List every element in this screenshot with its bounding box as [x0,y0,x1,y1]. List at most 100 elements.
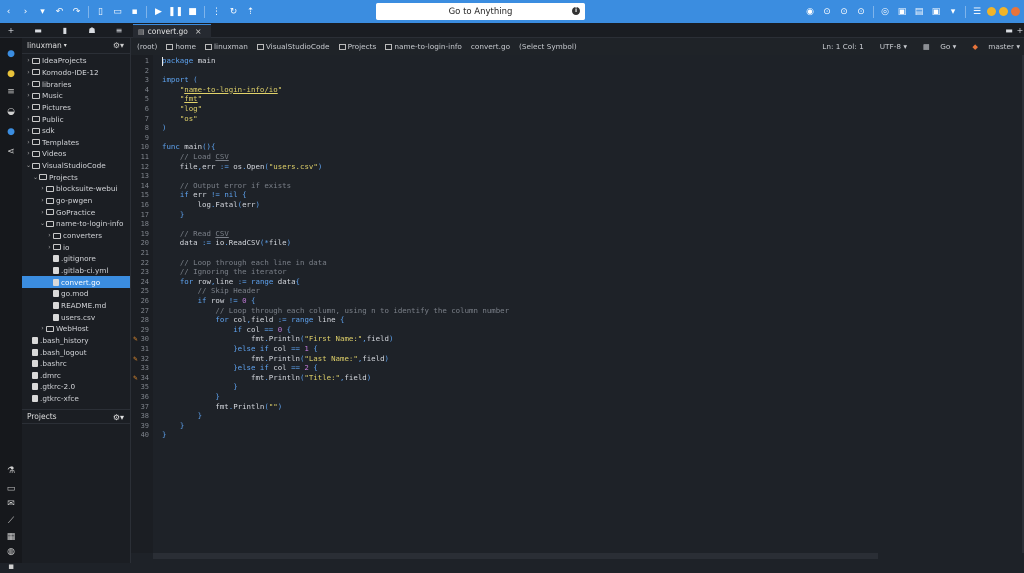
tree-file-item[interactable]: .gitignore [22,253,130,265]
tree-folder-item[interactable]: ›blocksuite-webui [22,183,130,195]
terminal-icon[interactable]: ▭ [4,483,18,495]
globe-icon[interactable]: ◒ [4,106,18,118]
users-tab-icon[interactable]: ☗ [86,25,98,36]
pause-icon[interactable]: ❚❚ [169,5,182,18]
tree-folder-item[interactable]: ›Public [22,113,130,125]
tree-folder-item[interactable]: ›Videos [22,148,130,160]
chevron-right-icon[interactable]: › [25,139,32,146]
left-pane-icon[interactable]: ▣ [896,5,909,18]
open-folder-icon[interactable]: ▭ [111,5,124,18]
gear-icon[interactable]: ⚙▾ [113,413,124,422]
tree-folder-item[interactable]: ›GoPractice [22,206,130,218]
notifications-icon[interactable]: ✉ [4,498,18,510]
step-over-icon[interactable]: ⋮ [210,5,223,18]
chevron-right-icon[interactable]: › [25,116,32,123]
tab-convert-go[interactable]: ▤ convert.go × [133,24,211,38]
lines-icon[interactable]: ≡ [4,86,18,98]
chevron-right-icon[interactable]: › [39,209,46,216]
chevron-right-icon[interactable]: › [39,197,46,204]
hamburger-menu-icon[interactable]: ☰ [971,5,984,18]
chevron-right-icon[interactable]: › [39,325,46,332]
lint-warning-icon[interactable]: ✎ [133,356,139,362]
layout-dropdown-icon[interactable]: ▾ [947,5,960,18]
maximize-icon[interactable] [999,7,1008,16]
breadcrumb-item[interactable]: linuxman [205,42,248,51]
chevron-right-icon[interactable]: › [25,57,32,64]
code-icon[interactable]: ▦ [4,531,18,543]
tree-file-item[interactable]: .gtkrc-2.0 [22,381,130,393]
redo-icon[interactable]: ↷ [70,5,83,18]
bottom-pane-icon[interactable]: ▤ [913,5,926,18]
add-tab-icon[interactable]: + [1014,25,1024,36]
tree-folder-item[interactable]: ›go-pwgen [22,195,130,207]
right-pane-icon[interactable]: ▣ [930,5,943,18]
step-into-icon[interactable]: ↻ [227,5,240,18]
tree-folder-item[interactable]: ›Music [22,90,130,102]
tree-folder-item[interactable]: ›IdeaProjects [22,55,130,67]
sync-icon[interactable]: ● [4,126,18,138]
save-macro-icon[interactable]: ⊙ [855,5,868,18]
tree-folder-item[interactable]: ›Pictures [22,102,130,114]
history-dropdown-icon[interactable]: ▾ [36,5,49,18]
horizontal-scrollbar[interactable] [153,553,878,559]
tree-folder-item[interactable]: ›sdk [22,125,130,137]
gear-icon[interactable]: ⚙▾ [113,41,124,50]
chart-icon[interactable]: ⟋ [4,515,18,527]
breadcrumb-item[interactable]: home [166,42,196,51]
tree-folder-item[interactable]: ⌄Projects [22,172,130,184]
share-icon[interactable]: ⋖ [4,146,18,158]
tree-file-item[interactable]: .bash_logout [22,346,130,358]
tree-file-item[interactable]: users.csv [22,311,130,323]
toolbox-icon[interactable]: ● [4,68,18,80]
tree-folder-item[interactable]: ⌄VisualStudioCode [22,160,130,172]
tree-folder-item[interactable]: ›converters [22,230,130,242]
undo-icon[interactable]: ↶ [53,5,66,18]
flask-icon[interactable]: ⚗ [4,465,18,477]
breadcrumb-item[interactable]: VisualStudioCode [257,42,330,51]
chevron-right-icon[interactable]: › [25,69,32,76]
breadcrumb-item[interactable]: Projects [339,42,377,51]
breadcrumb-item[interactable]: name-to-login-info [385,42,462,51]
chevron-right-icon[interactable]: › [25,127,32,134]
tree-file-item[interactable]: .gtkrc-xfce [22,393,130,405]
chevron-right-icon[interactable]: › [25,150,32,157]
forward-icon[interactable]: › [19,5,32,18]
breadcrumb-item[interactable]: (root) [137,42,157,51]
code-editor[interactable]: 1234567891011121314151617181920212223242… [131,55,1024,563]
save-icon[interactable]: ▪ [128,5,141,18]
close-tab-icon[interactable]: × [195,27,202,36]
tree-file-item[interactable]: go.mod [22,288,130,300]
file-tab-icon[interactable]: ▮ [59,25,71,36]
tree-file-item[interactable]: .gitlab-ci.yml [22,265,130,277]
tree-file-item[interactable]: convert.go [22,276,130,288]
stop-icon[interactable]: ■ [186,5,199,18]
chevron-right-icon[interactable]: › [46,232,53,239]
branch-selector[interactable]: ◆ master ▾ [964,42,1020,51]
tree-folder-item[interactable]: ›libraries [22,78,130,90]
chevron-down-icon[interactable]: ⌄ [25,162,32,169]
search-icon[interactable]: ◍ [4,546,18,558]
dev-docs-icon[interactable]: ● [4,48,18,60]
tree-file-item[interactable]: .bashrc [22,358,130,370]
breadcrumb-item[interactable]: (Select Symbol) [519,42,577,51]
eye-icon[interactable]: ◎ [879,5,892,18]
stop-macro-icon[interactable]: ⊙ [821,5,834,18]
info-icon[interactable]: i [572,7,580,15]
go-to-anything-bar[interactable]: Go to Anything i [376,3,585,20]
lint-warning-icon[interactable]: ✎ [133,336,139,342]
tree-file-item[interactable]: README.md [22,300,130,312]
chevron-right-icon[interactable]: › [25,81,32,88]
tree-file-item[interactable]: .bash_history [22,335,130,347]
tree-folder-item[interactable]: ›Komodo-IDE-12 [22,67,130,79]
tree-folder-item[interactable]: ›Templates [22,137,130,149]
chevron-right-icon[interactable]: › [25,92,32,99]
chevron-down-icon[interactable]: ⌄ [39,220,46,227]
cursor-position[interactable]: Ln: 1 Col: 1 [822,42,863,51]
close-window-icon[interactable] [1011,7,1020,16]
tree-folder-item[interactable]: ⌄name-to-login-info [22,218,130,230]
tree-root-selector[interactable]: linuxman ▾ ⚙▾ [22,38,130,54]
record-macro-icon[interactable]: ◉ [804,5,817,18]
tree-folder-item[interactable]: ›WebHost [22,323,130,335]
tree-file-item[interactable]: .dmrc [22,370,130,382]
database-tab-icon[interactable]: ≡ [113,25,125,36]
